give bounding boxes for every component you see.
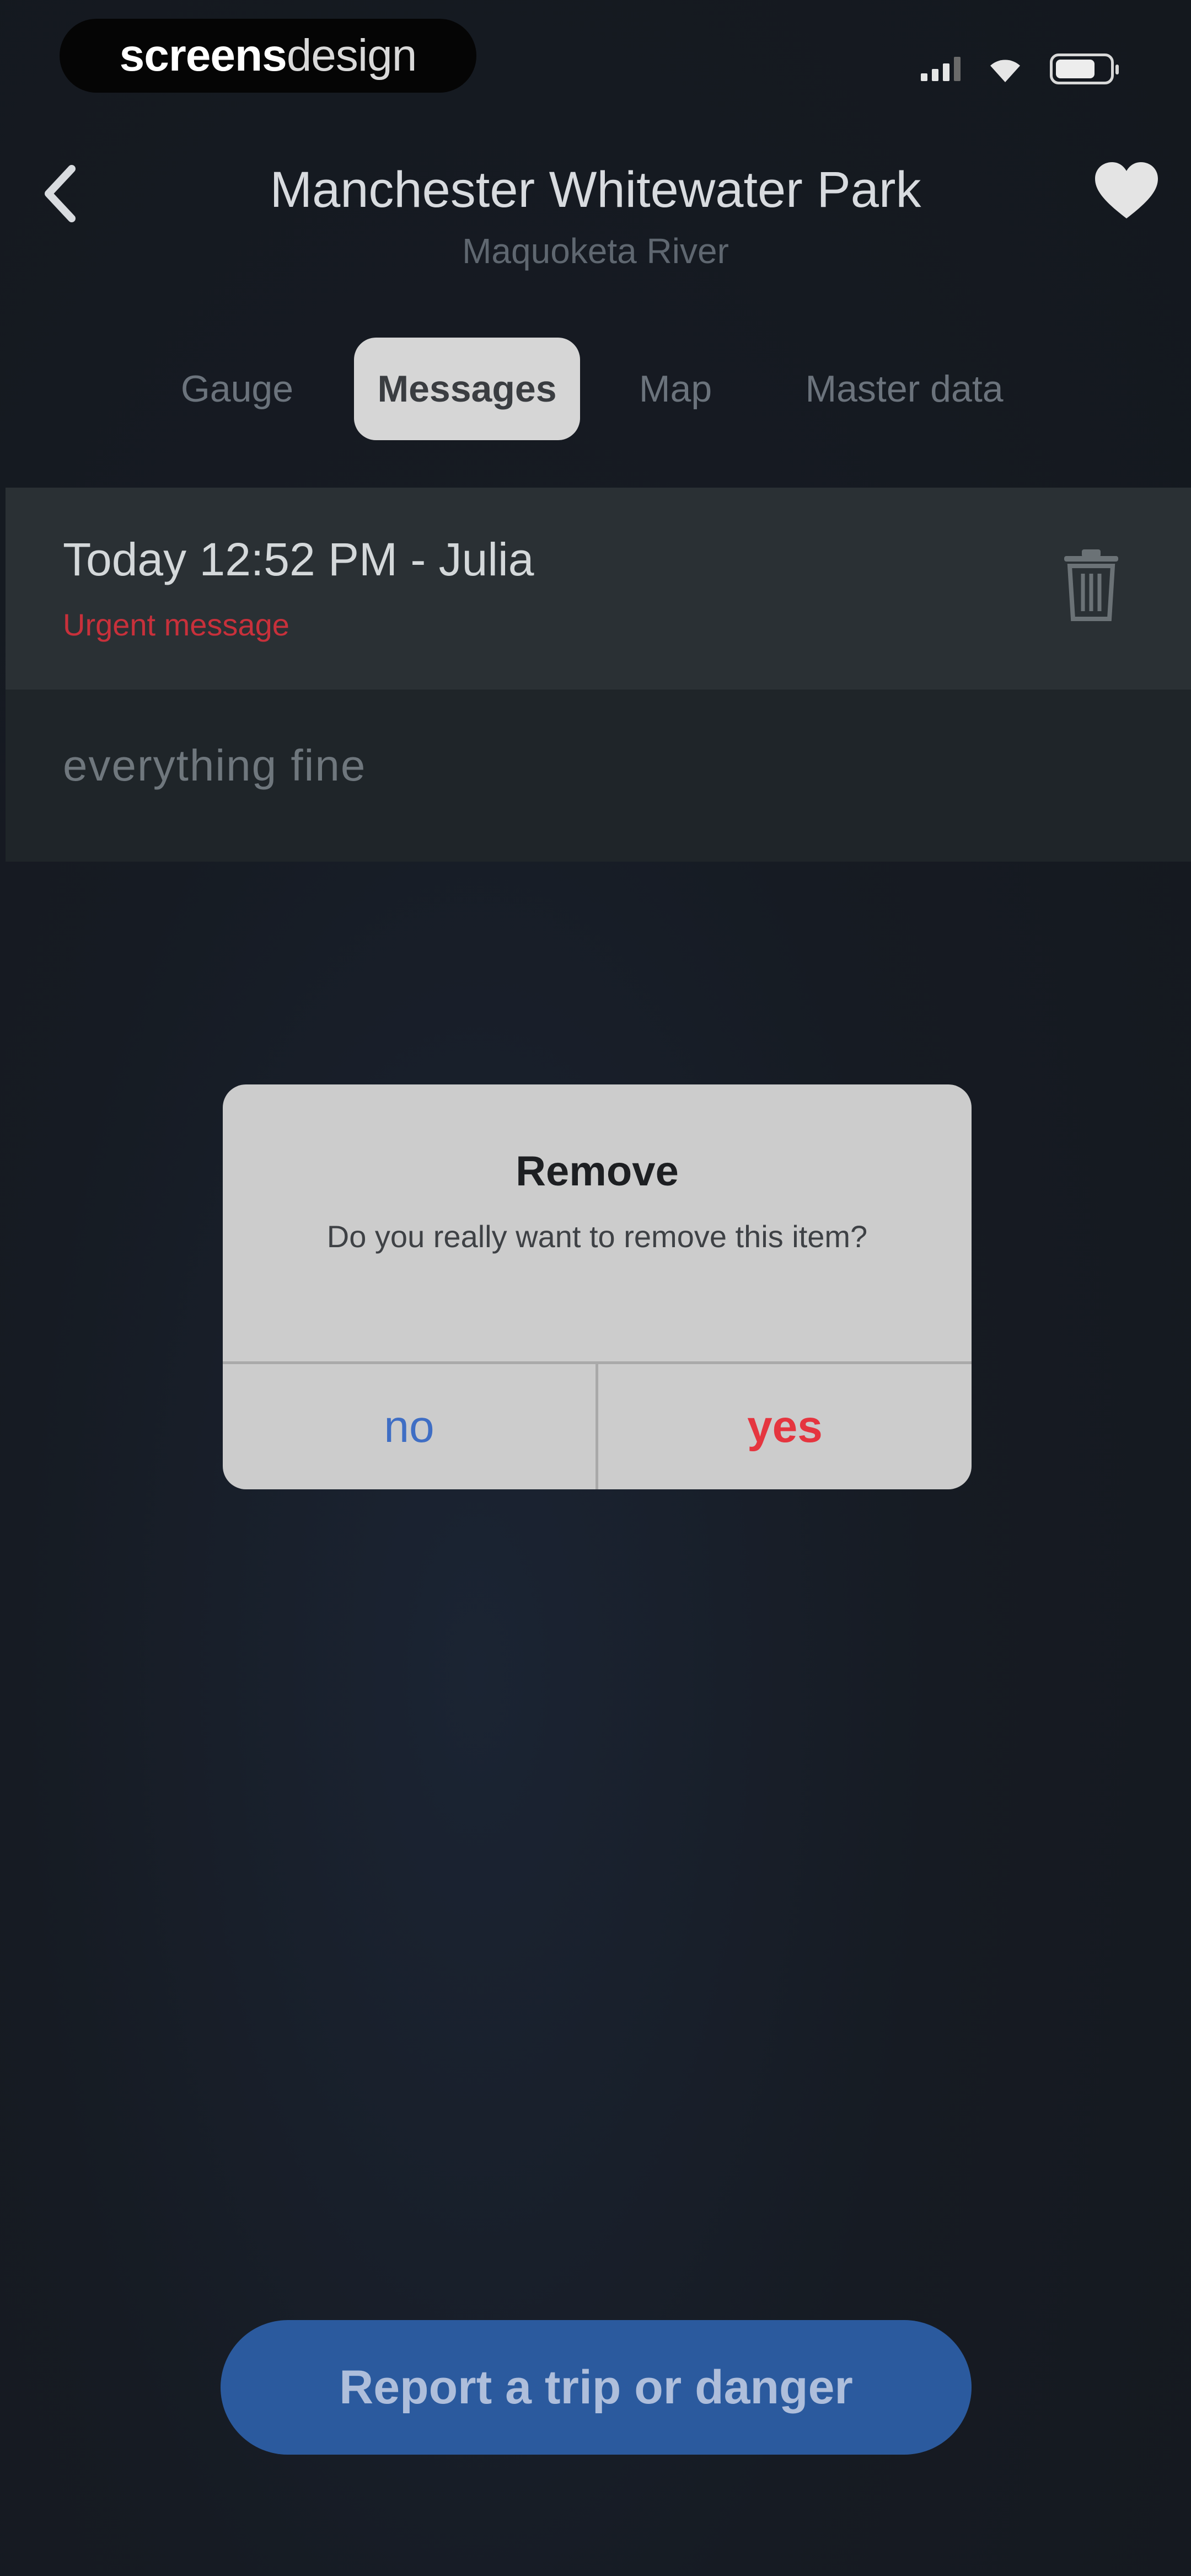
brand-part-1: screens [119,30,287,81]
dialog-message: Do you really want to remove this item? [326,1219,868,1254]
brand-watermark: screens design [60,19,476,93]
app-screen: screens design Manchester Whitewater Park… [0,0,1191,2576]
message-header[interactable]: Today 12:52 PM - Julia Urgent message [6,488,1191,690]
dialog-no-button[interactable]: no [223,1364,596,1489]
battery-icon [1050,54,1119,84]
heart-icon [1095,162,1158,218]
favorite-button[interactable] [1091,154,1162,226]
signal-icon [921,57,961,81]
tab-gauge[interactable]: Gauge [165,338,309,440]
tab-map[interactable]: Map [623,338,728,440]
message-time-author: Today 12:52 PM - Julia [63,533,534,585]
message-text: everything fine [63,741,367,790]
tab-master-data[interactable]: Master data [772,338,1037,440]
tab-messages[interactable]: Messages [354,338,580,440]
remove-dialog: Remove Do you really want to remove this… [223,1084,972,1489]
report-trip-button[interactable]: Report a trip or danger [221,2320,972,2455]
trash-icon [1064,549,1118,621]
page-subtitle: Maquoketa River [462,231,729,271]
urgent-message-label: Urgent message [63,607,289,642]
page-title: Manchester Whitewater Park [270,162,921,218]
delete-message-button[interactable] [1061,548,1122,621]
message-body: everything fine [6,690,1191,862]
dialog-yes-button[interactable]: yes [598,1364,972,1489]
tab-bar: Gauge Messages Map Master data [0,338,1191,440]
wifi-icon [990,60,1020,82]
dialog-title: Remove [516,1148,679,1195]
status-icons [921,50,1119,88]
brand-part-2: design [286,30,417,81]
